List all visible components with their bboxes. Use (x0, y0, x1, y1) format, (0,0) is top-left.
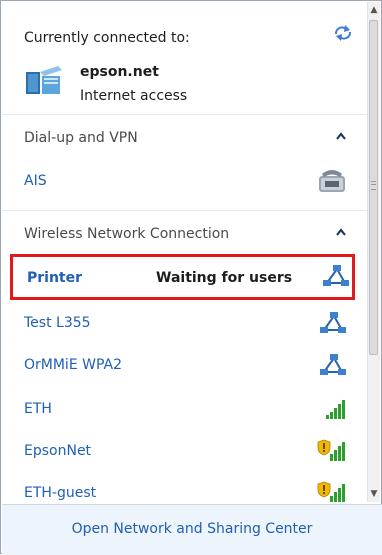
signal-shield-icon (317, 439, 345, 461)
network-bench-icon (26, 66, 62, 94)
network-list: Currently connected to: epson.net Intern… (2, 2, 369, 502)
refresh-icon[interactable] (332, 24, 354, 42)
open-network-sharing-center-link[interactable]: Open Network and Sharing Center (2, 521, 382, 537)
adhoc-network-icon (323, 265, 349, 286)
list-item-label: ETH (24, 401, 52, 417)
scrollbar-thumb[interactable] (369, 20, 378, 355)
list-item-label: Test L355 (24, 315, 91, 331)
list-item-ormmie[interactable]: OrMMiE WPA2 (2, 344, 368, 386)
list-item-label: AIS (24, 173, 47, 189)
section-label: Dial-up and VPN (24, 130, 138, 146)
scroll-up-arrow-icon[interactable]: ▲ (368, 2, 380, 18)
connected-network-status: Internet access (80, 88, 188, 104)
list-item-label: ETH-guest (24, 485, 97, 501)
list-item-ais[interactable]: AIS (2, 160, 368, 202)
connected-title: Currently connected to: (24, 30, 190, 46)
section-dialup-vpn[interactable]: Dial-up and VPN (2, 114, 368, 161)
list-item-label: EpsonNet (24, 443, 92, 459)
scroll-down-arrow-icon[interactable]: ▼ (368, 486, 380, 502)
list-item-eth-guest[interactable]: ETH-guest (2, 472, 368, 502)
list-item-label: OrMMiE WPA2 (24, 357, 122, 373)
adhoc-network-icon (320, 354, 346, 375)
vertical-scrollbar[interactable]: ▲ ▼ (367, 2, 380, 502)
list-item-test-l355[interactable]: Test L355 (2, 302, 368, 344)
list-item-status: Waiting for users (156, 270, 293, 286)
connected-section: Currently connected to: epson.net Intern… (2, 2, 368, 115)
list-item-printer[interactable]: Printer Waiting for users (10, 254, 355, 300)
signal-strength-icon (326, 400, 345, 419)
modem-phone-icon (319, 170, 345, 192)
list-item-epsonnet[interactable]: EpsonNet (2, 430, 368, 472)
connected-network-name: epson.net (80, 64, 159, 80)
footer: Open Network and Sharing Center (2, 504, 382, 555)
section-wireless[interactable]: Wireless Network Connection (2, 210, 368, 257)
list-item-label: Printer (27, 270, 83, 286)
adhoc-network-icon (320, 312, 346, 333)
signal-shield-icon (317, 481, 345, 502)
network-flyout: Currently connected to: epson.net Intern… (0, 0, 382, 555)
section-label: Wireless Network Connection (24, 226, 230, 242)
chevron-up-icon[interactable] (335, 131, 347, 141)
scrollbar-grip-icon (371, 181, 376, 190)
list-item-eth[interactable]: ETH (2, 388, 368, 430)
chevron-up-icon[interactable] (335, 227, 347, 237)
